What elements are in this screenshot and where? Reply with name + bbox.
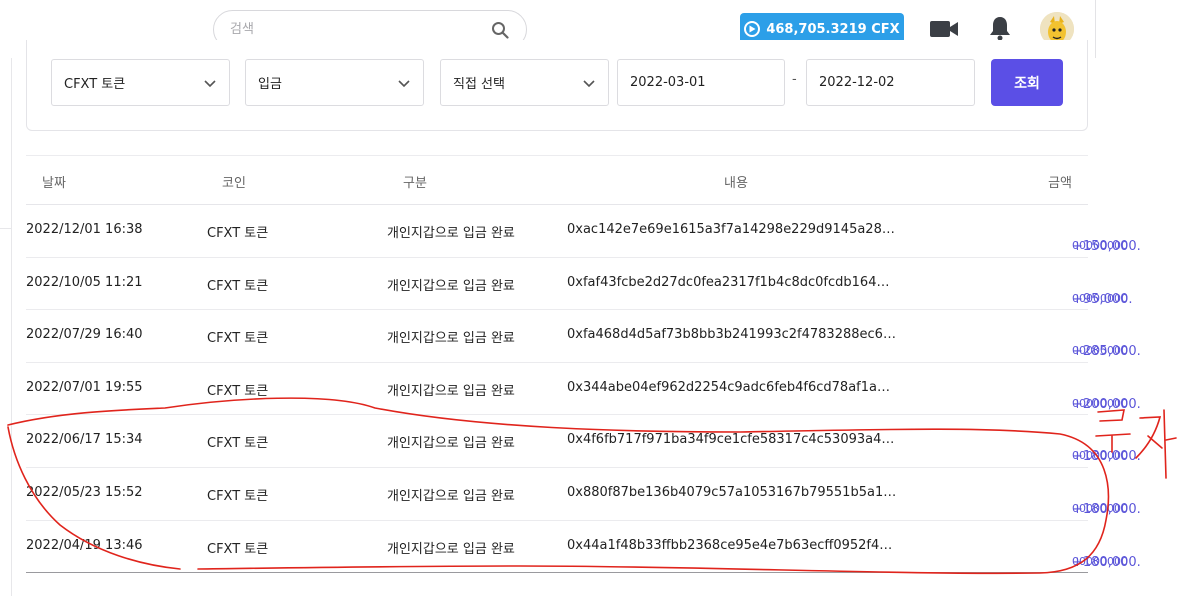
column-header-memo: 내용 [724, 176, 748, 191]
cfx-balance-label: 468,705.3219 CFX [766, 21, 900, 37]
row-memo: 0x880f87be136b4079c57a1053167b79551b5a1a… [567, 484, 897, 500]
play-circle-icon [744, 21, 761, 37]
row-date: 2022/06/17 15:34 [26, 432, 143, 448]
row-date: 2022/07/01 19:55 [26, 379, 143, 395]
table-row[interactable]: 2022/07/01 19:55 CFXT 토큰 개인지갑으로 입금 완료 0x… [26, 363, 1141, 416]
row-memo: 0x4f6fb717f971ba34f9ce1cfe58317c4c53093a… [567, 432, 897, 448]
period-select[interactable]: 직접 선택 [440, 59, 609, 106]
bell-icon[interactable] [988, 15, 1012, 41]
query-button[interactable]: 조회 [991, 59, 1063, 106]
search-input[interactable] [230, 22, 490, 37]
table-row[interactable]: 2022/06/17 15:34 CFXT 토큰 개인지갑으로 입금 완료 0x… [26, 415, 1141, 468]
chevron-down-icon [204, 79, 216, 87]
amount-decimals: 00000000 [1072, 396, 1128, 410]
amount-decimals: 00000000 [1072, 554, 1128, 568]
start-date-value: 2022-03-01 [630, 75, 706, 90]
amount-decimals: 00000000 [1072, 449, 1128, 463]
table-row[interactable]: 2022/05/23 15:52 CFXT 토큰 개인지갑으로 입금 완료 0x… [26, 468, 1141, 521]
transaction-table: 날짜 코인 구분 내용 금액 2022/12/01 16:38 CFXT 토큰 … [26, 155, 1141, 574]
table-row[interactable]: 2022/12/01 16:38 CFXT 토큰 개인지갑으로 입금 완료 0x… [26, 205, 1141, 258]
left-sidebar-edge [0, 0, 12, 596]
search-icon[interactable] [490, 20, 510, 40]
row-type: 개인지갑으로 입금 완료 [387, 541, 515, 557]
column-header-type: 구분 [403, 176, 427, 191]
row-memo: 0xfa468d4d5af73b8bb3b241993c2f4783288ec6… [567, 327, 897, 343]
sidebar-divider [0, 228, 12, 229]
annotation-handwriting [1095, 409, 1177, 479]
row-date: 2022/07/29 16:40 [26, 327, 143, 343]
row-date: 2022/05/23 15:52 [26, 484, 143, 500]
row-type: 개인지갑으로 입금 완료 [387, 488, 515, 504]
table-row[interactable]: 2022/07/29 16:40 CFXT 토큰 개인지갑으로 입금 완료 0x… [26, 310, 1141, 363]
row-coin: CFXT 토큰 [207, 226, 269, 241]
row-date: 2022/12/01 16:38 [26, 222, 143, 237]
row-date: 2022/10/05 11:21 [26, 274, 143, 290]
row-date: 2022/04/19 13:46 [26, 537, 143, 553]
kind-select[interactable]: 입금 [245, 59, 424, 106]
table-header: 날짜 코인 구분 내용 금액 [26, 155, 1088, 205]
coin-select[interactable]: CFXT 토큰 [51, 59, 230, 106]
column-header-coin: 코인 [222, 176, 246, 191]
table-row[interactable]: 2022/04/19 13:46 CFXT 토큰 개인지갑으로 입금 완료 0x… [26, 521, 1141, 574]
top-bar-edge [1095, 0, 1096, 58]
row-coin: CFXT 토큰 [207, 383, 269, 399]
row-type: 개인지갑으로 입금 완료 [387, 436, 515, 452]
row-type: 개인지갑으로 입금 완료 [387, 383, 515, 399]
column-header-date: 날짜 [42, 176, 66, 191]
row-type: 개인지갑으로 입금 완료 [387, 278, 515, 294]
amount-decimals: 00000000 [1072, 501, 1128, 515]
chevron-down-icon [398, 79, 410, 87]
coin-select-value: CFXT 토큰 [64, 77, 126, 92]
column-header-amount: 금액 [1048, 176, 1072, 191]
end-date-field[interactable]: 2022-12-02 [806, 59, 975, 106]
amount-decimals: 00000000 [1072, 291, 1128, 305]
row-coin: CFXT 토큰 [207, 436, 269, 452]
row-coin: CFXT 토큰 [207, 278, 269, 294]
date-range-separator: - [792, 72, 797, 87]
row-type: 개인지갑으로 입금 완료 [387, 331, 515, 347]
table-row[interactable]: 2022/10/05 11:21 CFXT 토큰 개인지갑으로 입금 완료 0x… [26, 258, 1133, 311]
row-memo: 0xfaf43fcbe2d27dc0fea2317f1b4c8dc0fcdb16… [567, 274, 897, 290]
chevron-down-icon [583, 79, 595, 87]
row-memo: 0x344abe04ef962d2254c9adc6feb4f6cd78af1a… [567, 379, 897, 395]
row-memo: 0xac142e7e69e1615a3f7a14298e229d9145a289… [567, 222, 897, 237]
end-date-value: 2022-12-02 [819, 75, 895, 90]
period-select-value: 직접 선택 [453, 77, 505, 92]
row-coin: CFXT 토큰 [207, 331, 269, 347]
row-coin: CFXT 토큰 [207, 488, 269, 504]
row-type: 개인지갑으로 입금 완료 [387, 226, 515, 241]
kind-select-value: 입금 [258, 77, 282, 92]
amount-decimals: 00000000 [1072, 344, 1128, 358]
video-camera-icon[interactable] [929, 18, 959, 40]
start-date-field[interactable]: 2022-03-01 [617, 59, 785, 106]
amount-decimals: 00000000 [1072, 239, 1128, 252]
row-memo: 0x44a1f48b33ffbb2368ce95e4e7b63ecff0952f… [567, 537, 897, 553]
row-coin: CFXT 토큰 [207, 541, 269, 557]
